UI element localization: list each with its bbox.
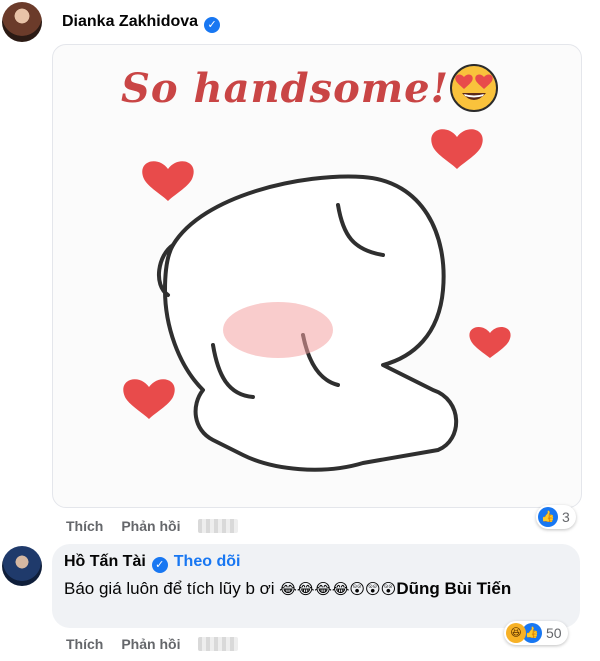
reaction-count-2: 50 — [546, 625, 562, 641]
like-action-2[interactable]: Thích — [66, 636, 103, 652]
author-name-1[interactable]: Dianka Zakhidova — [62, 13, 198, 30]
timestamp-blurred-2[interactable] — [198, 637, 239, 651]
reaction-summary-2[interactable]: 😆 👍 50 — [504, 621, 568, 645]
comment-actions-2: Thích Phản hồi — [66, 636, 256, 652]
reaction-summary-1[interactable]: 👍 3 — [536, 505, 576, 529]
comment-text-2: Báo giá luôn để tích lũy b ơi 😂😂😂😂😲😲😲Dũn… — [64, 576, 564, 602]
haha-reaction-icon: 😆 — [506, 623, 526, 643]
heart-icon — [123, 379, 175, 419]
blush — [223, 302, 333, 358]
heart-icon — [431, 129, 483, 169]
heart-eyes-emoji-icon — [450, 64, 498, 112]
like-reaction-icon: 👍 — [538, 507, 558, 527]
verified-badge-icon: ✓ — [204, 17, 221, 33]
reply-action-1[interactable]: Phản hồi — [121, 518, 180, 534]
verified-badge-icon: ✓ — [151, 557, 168, 573]
sticker-caption: So handsome! — [121, 65, 450, 112]
comment-author-1[interactable]: Dianka Zakhidova ✓ — [62, 13, 221, 33]
comment-actions-1: Thích Phản hồi — [66, 518, 256, 534]
emoji-sequence: 😂😂😂😂😲😲😲 — [279, 581, 397, 598]
comment-author-2: Hồ Tấn Tài ✓ Theo dõi — [64, 553, 240, 573]
follow-button[interactable]: Theo dõi — [174, 553, 241, 570]
heart-icon — [469, 327, 511, 358]
timestamp-blurred-1[interactable] — [198, 519, 239, 533]
heart-icon — [142, 161, 194, 201]
like-action-1[interactable]: Thích — [66, 518, 103, 534]
sticker-illustration — [123, 129, 511, 472]
reply-action-2[interactable]: Phản hồi — [121, 636, 180, 652]
author-name-2[interactable]: Hồ Tấn Tài — [64, 553, 146, 570]
mention-link[interactable]: Dũng Bùi Tiến — [396, 579, 511, 598]
avatar-dianka[interactable] — [2, 2, 42, 42]
comment-bubble-2: Hồ Tấn Tài ✓ Theo dõi Báo giá luôn để tích… — [52, 544, 580, 628]
avatar-ho-tan-tai[interactable] — [2, 546, 42, 586]
sticker-image[interactable]: So handsome! — [52, 44, 582, 508]
comment-body: Báo giá luôn để tích lũy b ơi — [64, 579, 275, 598]
reaction-count-1: 3 — [562, 509, 570, 525]
